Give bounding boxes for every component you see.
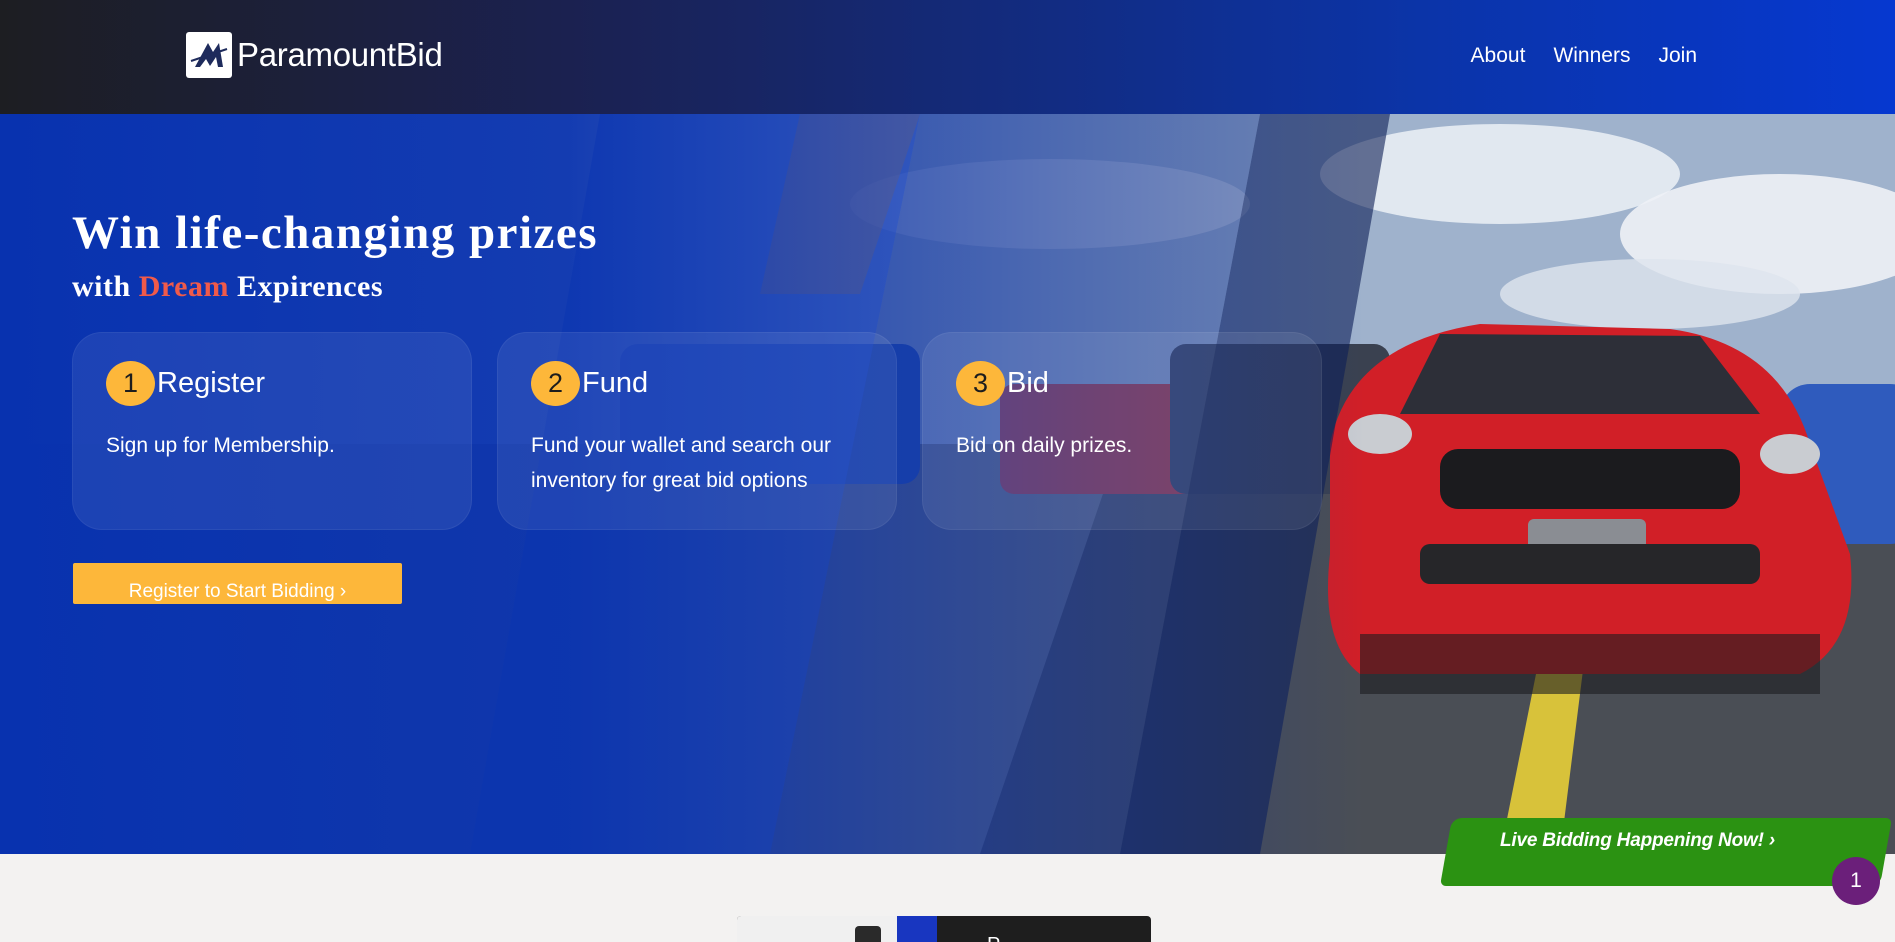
step-number-badge: 1	[106, 361, 155, 406]
step-card-bid: 3 Bid Bid on daily prizes.	[922, 332, 1322, 530]
step-description: Sign up for Membership.	[106, 434, 335, 457]
hero-subtitle: with Dream Expirences	[72, 270, 383, 304]
nav-link-join[interactable]: Join	[1658, 44, 1697, 68]
register-start-bidding-button[interactable]: Register to Start Bidding ›	[73, 563, 402, 604]
step-header: 2 Fund	[531, 361, 863, 406]
step-card-register: 1 Register Sign up for Membership.	[72, 332, 472, 530]
brand-logo-icon	[186, 32, 232, 78]
notification-count-badge[interactable]: 1	[1832, 857, 1880, 905]
step-description: Bid on daily prizes.	[956, 434, 1133, 457]
live-bidding-banner[interactable]	[1440, 818, 1892, 886]
main-nav: About Winners Join	[1471, 44, 1697, 68]
brand-name: ParamountBid	[237, 36, 443, 73]
subtitle-suffix: Expirences	[236, 270, 384, 303]
subtitle-accent: Dream	[138, 270, 229, 303]
nav-link-about[interactable]: About	[1471, 44, 1526, 68]
step-title: Bid	[1007, 367, 1049, 399]
step-number-badge: 3	[956, 361, 1005, 406]
step-header: 1 Register	[106, 361, 438, 406]
live-bidding-label[interactable]: Live Bidding Happening Now! ›	[1500, 830, 1775, 852]
step-title: Fund	[582, 367, 649, 399]
featured-prize-card[interactable]: P	[737, 916, 1151, 942]
step-description: Fund your wallet and search our inventor…	[531, 434, 831, 492]
hero-title: Win life-changing prizes	[72, 207, 599, 259]
subtitle-prefix: with	[72, 270, 131, 303]
step-header: 3 Bid	[956, 361, 1288, 406]
featured-prize-title: P	[987, 934, 1000, 942]
steps-list: 1 Register Sign up for Membership. 2 Fun…	[72, 332, 1322, 530]
brand-logo-link[interactable]: ParamountBid	[186, 32, 443, 78]
featured-prize-image	[737, 916, 937, 942]
step-title: Register	[157, 367, 265, 399]
nav-link-winners[interactable]: Winners	[1553, 44, 1630, 68]
step-number-badge: 2	[531, 361, 580, 406]
site-header: ParamountBid About Winners Join	[0, 0, 1895, 114]
step-card-fund: 2 Fund Fund your wallet and search our i…	[497, 332, 897, 530]
hero-section: Win life-changing prizes with Dream Expi…	[0, 114, 1895, 854]
